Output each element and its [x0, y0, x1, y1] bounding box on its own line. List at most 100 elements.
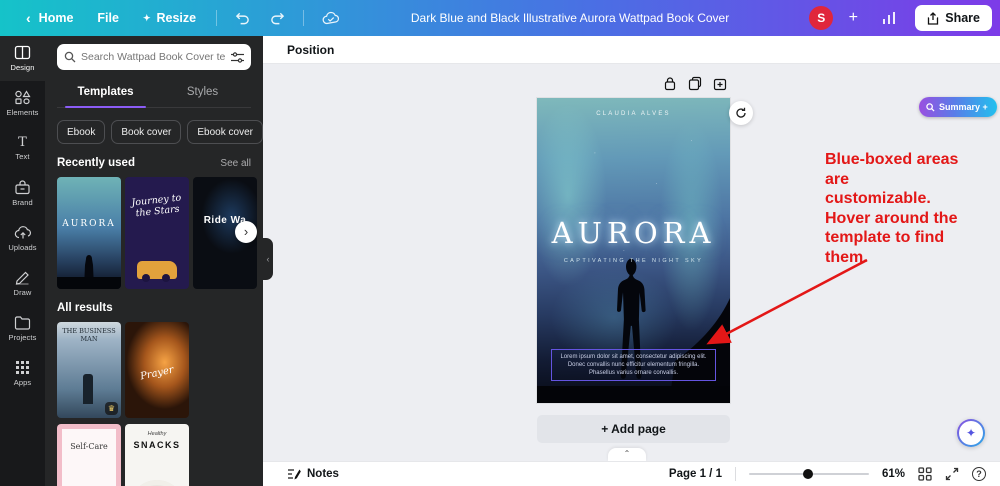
position-button[interactable]: Position — [287, 43, 334, 57]
notes-button[interactable]: Notes — [263, 468, 339, 480]
divider — [216, 10, 218, 26]
undo-icon — [235, 12, 249, 25]
sparkle-magic-icon: ✦ — [965, 426, 977, 440]
redo-button[interactable] — [262, 6, 293, 30]
sidebar-item-elements[interactable]: Elements — [0, 81, 45, 126]
search-box[interactable] — [57, 44, 251, 70]
summary-extension-button[interactable]: Summary + — [919, 97, 997, 117]
panel-collapse-tab[interactable]: ‹ — [263, 238, 273, 280]
share-label: Share — [945, 11, 980, 25]
grid-view-button[interactable] — [918, 467, 932, 481]
divider — [303, 10, 305, 26]
divider — [734, 467, 736, 481]
notes-icon — [288, 469, 301, 480]
canva-assistant-button[interactable]: ✦ — [957, 419, 985, 447]
avatar[interactable]: S — [809, 6, 834, 30]
resize-label: Resize — [156, 11, 197, 25]
help-icon: ? — [972, 467, 986, 481]
help-button[interactable]: ? — [972, 467, 986, 481]
redo-icon — [271, 12, 285, 25]
filter-sliders-icon[interactable] — [231, 51, 244, 63]
zoom-slider[interactable] — [748, 467, 869, 481]
chip-ebook[interactable]: Ebook — [57, 120, 106, 144]
design-page[interactable]: CLAUDIA ALVES AURORA CAPTIVATING THE NIG… — [537, 98, 730, 403]
plate-art — [134, 480, 180, 486]
editor-main: Position CLAUDIA ALVES AURORA CAPTIVATIN… — [263, 36, 1000, 486]
template-thumbnail-journey[interactable]: Journey to the Stars — [125, 177, 189, 289]
all-results-grid: THE BUSINESS MAN ♛ Prayer Self-Care ♛ He… — [57, 322, 251, 486]
add-member-button[interactable]: + — [843, 9, 863, 27]
elements-icon — [15, 90, 31, 105]
template-thumbnail-snacks[interactable]: Healthy SNACKS — [125, 424, 189, 486]
left-rail: Design Elements T Text Brand Uploads Dra… — [0, 36, 45, 486]
home-label: Home — [38, 11, 74, 25]
panel-tabs: Templates Styles — [57, 78, 251, 108]
search-input[interactable] — [81, 51, 226, 63]
sidebar-item-apps[interactable]: Apps — [0, 351, 45, 396]
zoom-percent[interactable]: 61% — [882, 468, 905, 480]
chevron-up-icon: ⌃ — [623, 449, 631, 458]
share-button[interactable]: Share — [915, 5, 992, 31]
lock-icon[interactable] — [663, 76, 677, 91]
sidebar-item-draw[interactable]: Draw — [0, 261, 45, 306]
sidebar-item-projects[interactable]: Projects — [0, 306, 45, 351]
page-actions — [663, 76, 727, 91]
cover-body-text[interactable]: Lorem ipsum dolor sit amet, consectetur … — [550, 349, 717, 381]
tab-styles[interactable]: Styles — [154, 78, 251, 107]
canvas-area[interactable]: CLAUDIA ALVES AURORA CAPTIVATING THE NIG… — [263, 64, 1000, 461]
design-icon — [14, 45, 31, 60]
page-indicator[interactable]: Page 1 / 1 — [669, 468, 722, 480]
resize-button[interactable]: ✦ Resize — [133, 5, 206, 31]
grid-view-icon — [918, 467, 932, 481]
see-all-link[interactable]: See all — [220, 158, 251, 169]
undo-button[interactable] — [227, 6, 258, 30]
sparkle-icon: ✦ — [142, 12, 151, 23]
silhouette-art — [83, 374, 93, 404]
tab-templates[interactable]: Templates — [57, 78, 154, 108]
fullscreen-button[interactable] — [945, 467, 959, 481]
template-thumbnail-business-man[interactable]: THE BUSINESS MAN ♛ — [57, 322, 121, 418]
sidebar-item-design[interactable]: Design — [0, 36, 45, 81]
carousel-next-button[interactable]: › — [235, 221, 257, 243]
cover-subtitle-text[interactable]: CAPTIVATING THE NIGHT SKY — [537, 258, 730, 264]
all-results-title: All results — [57, 302, 113, 314]
file-label: File — [97, 11, 119, 25]
rotate-page-button[interactable] — [729, 101, 753, 125]
back-chevron-icon: ‹ — [26, 10, 31, 26]
recently-used-row: AURORA Journey to the Stars Ride Wa › — [57, 177, 257, 289]
templates-panel: Templates Styles Ebook Book cover Ebook … — [45, 36, 263, 486]
cover-title-text[interactable]: AURORA — [537, 216, 730, 250]
sidebar-item-brand[interactable]: Brand — [0, 171, 45, 216]
recently-used-title: Recently used — [57, 157, 135, 169]
brand-kit-icon — [15, 180, 30, 195]
cloud-check-icon — [322, 11, 340, 24]
apps-grid-icon — [16, 361, 29, 374]
add-page-button[interactable]: + Add page — [537, 415, 730, 443]
sidebar-item-text[interactable]: T Text — [0, 126, 45, 171]
template-thumbnail-self-care[interactable]: Self-Care ♛ — [57, 424, 121, 486]
sidebar-item-uploads[interactable]: Uploads — [0, 216, 45, 261]
zoom-slider-knob[interactable] — [802, 469, 813, 479]
rotate-icon — [736, 107, 746, 118]
search-icon — [64, 51, 76, 63]
duplicate-page-icon[interactable] — [688, 76, 702, 91]
aurora-mini-art — [57, 255, 121, 289]
draw-pen-icon — [15, 271, 29, 285]
chip-ebook-cover[interactable]: Ebook cover — [187, 120, 263, 144]
bar-chart-icon — [883, 12, 896, 24]
context-toolbar: Position — [263, 36, 1000, 64]
annotation-text: Blue-boxed areas are customizable. Hover… — [825, 151, 959, 266]
status-bar: Notes Page 1 / 1 61% ? — [263, 461, 1000, 486]
collapse-bottom-tab[interactable]: ⌃ — [608, 448, 646, 461]
cloud-save-status[interactable] — [314, 6, 348, 31]
add-page-icon[interactable] — [713, 76, 727, 91]
template-thumbnail-prayer[interactable]: Prayer — [125, 322, 189, 418]
file-menu[interactable]: File — [87, 5, 129, 31]
insights-button[interactable] — [873, 6, 905, 30]
share-upload-icon — [928, 11, 939, 25]
home-button[interactable]: ‹ Home — [12, 4, 83, 32]
document-title[interactable]: Dark Blue and Black Illustrative Aurora … — [411, 0, 729, 36]
template-thumbnail-aurora[interactable]: AURORA — [57, 177, 121, 289]
uploads-cloud-icon — [14, 226, 31, 239]
chip-book-cover[interactable]: Book cover — [111, 120, 182, 144]
